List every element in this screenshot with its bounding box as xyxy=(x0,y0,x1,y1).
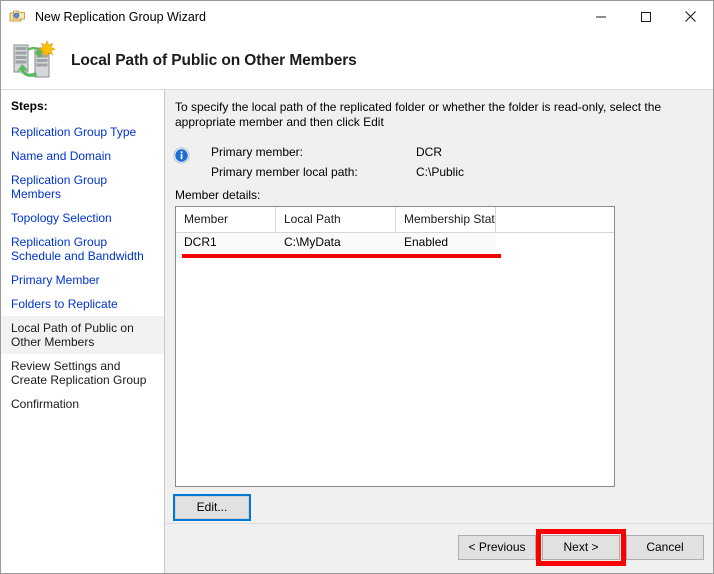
cell-local-path: C:\MyData xyxy=(284,235,341,249)
member-details-listview[interactable]: Member Local Path Membership Stat... DCR… xyxy=(175,206,615,487)
primary-member-label: Primary member: xyxy=(211,145,304,159)
sidebar-item-label: Local Path of Public on Other Members xyxy=(11,321,134,349)
table-body: DCR1 C:\MyData Enabled xyxy=(176,233,614,253)
info-icon xyxy=(173,147,190,164)
column-header-member[interactable]: Member xyxy=(176,207,276,232)
window-title: New Replication Group Wizard xyxy=(35,9,206,24)
minimize-button[interactable] xyxy=(578,1,623,32)
content-area: Steps: Replication Group Type Name and D… xyxy=(1,90,713,573)
sidebar-item-label: Primary Member xyxy=(11,273,100,287)
sidebar-item-label: Name and Domain xyxy=(11,149,112,163)
sidebar-item-primary-member[interactable]: Primary Member xyxy=(1,268,164,292)
sidebar-item-label: Replication Group Schedule and Bandwidth xyxy=(11,235,144,263)
sidebar-item-name-and-domain[interactable]: Name and Domain xyxy=(1,144,164,168)
sidebar-item-label: Confirmation xyxy=(11,397,80,411)
sidebar-item-folders-to-replicate[interactable]: Folders to Replicate xyxy=(1,292,164,316)
sidebar-item-replication-group-schedule-and-bandwidth[interactable]: Replication Group Schedule and Bandwidth xyxy=(1,230,164,268)
wizard-banner: Local Path of Public on Other Members xyxy=(1,32,713,90)
primary-member-local-path-row: Primary member local path: C:\Public xyxy=(211,165,714,179)
instruction-text: To specify the local path of the replica… xyxy=(175,100,662,129)
table-header-row: Member Local Path Membership Stat... xyxy=(176,207,614,233)
red-underline-annotation xyxy=(182,254,501,258)
sidebar-item-label: Topology Selection xyxy=(11,211,112,225)
sidebar-item-label: Replication Group Members xyxy=(11,173,108,201)
wizard-panel: To specify the local path of the replica… xyxy=(165,90,713,573)
sidebar-item-replication-group-type[interactable]: Replication Group Type xyxy=(1,120,164,144)
cancel-button[interactable]: Cancel xyxy=(626,535,704,560)
cell-membership-status: Enabled xyxy=(404,235,449,249)
sidebar-item-review-settings-and-create-replication-group: Review Settings and Create Replication G… xyxy=(1,354,164,392)
member-details-label: Member details: xyxy=(175,188,261,202)
next-button[interactable]: Next > xyxy=(542,535,620,560)
replication-servers-icon xyxy=(11,38,59,84)
edit-button-area: Edit... xyxy=(173,494,713,521)
cell-member: DCR1 xyxy=(184,235,217,249)
sidebar-item-local-path-of-public-on-other-members[interactable]: Local Path of Public on Other Members xyxy=(1,316,164,354)
column-header-membership-status[interactable]: Membership Stat... xyxy=(396,207,496,232)
primary-member-value: DCR xyxy=(416,145,442,159)
folders-icon xyxy=(9,8,27,26)
sidebar-item-confirmation: Confirmation xyxy=(1,392,164,416)
next-button-wrapper: Next > xyxy=(536,529,626,566)
sidebar-item-label: Replication Group Type xyxy=(11,125,137,139)
sidebar-item-label: Review Settings and Create Replication G… xyxy=(11,359,147,387)
edit-button[interactable]: Edit... xyxy=(173,494,251,521)
wizard-window: New Replication Group Wizard Local Path … xyxy=(0,0,714,574)
title-bar: New Replication Group Wizard xyxy=(1,1,713,32)
table-row[interactable]: DCR1 C:\MyData Enabled xyxy=(176,233,496,253)
window-controls xyxy=(578,1,713,32)
column-header-local-path[interactable]: Local Path xyxy=(276,207,396,232)
steps-sidebar: Steps: Replication Group Type Name and D… xyxy=(1,90,165,573)
page-title: Local Path of Public on Other Members xyxy=(71,51,357,69)
panel-main: To specify the local path of the replica… xyxy=(165,90,713,523)
close-button[interactable] xyxy=(668,1,713,32)
maximize-button[interactable] xyxy=(623,1,668,32)
steps-heading: Steps: xyxy=(11,99,48,113)
primary-member-local-path-label: Primary member local path: xyxy=(211,165,358,179)
primary-member-local-path-value: C:\Public xyxy=(416,165,465,179)
primary-member-row: Primary member: DCR xyxy=(211,145,714,159)
primary-member-info: Primary member: DCR Primary member local … xyxy=(165,143,713,185)
footer-bar: < Previous Next > Cancel xyxy=(165,523,713,573)
sidebar-item-label: Folders to Replicate xyxy=(11,297,118,311)
wizard-navigation-buttons: < Previous Next > Cancel xyxy=(458,529,704,566)
sidebar-item-topology-selection[interactable]: Topology Selection xyxy=(1,206,164,230)
sidebar-item-replication-group-members[interactable]: Replication Group Members xyxy=(1,168,164,206)
column-header-filler xyxy=(496,207,614,232)
previous-button[interactable]: < Previous xyxy=(458,535,536,560)
